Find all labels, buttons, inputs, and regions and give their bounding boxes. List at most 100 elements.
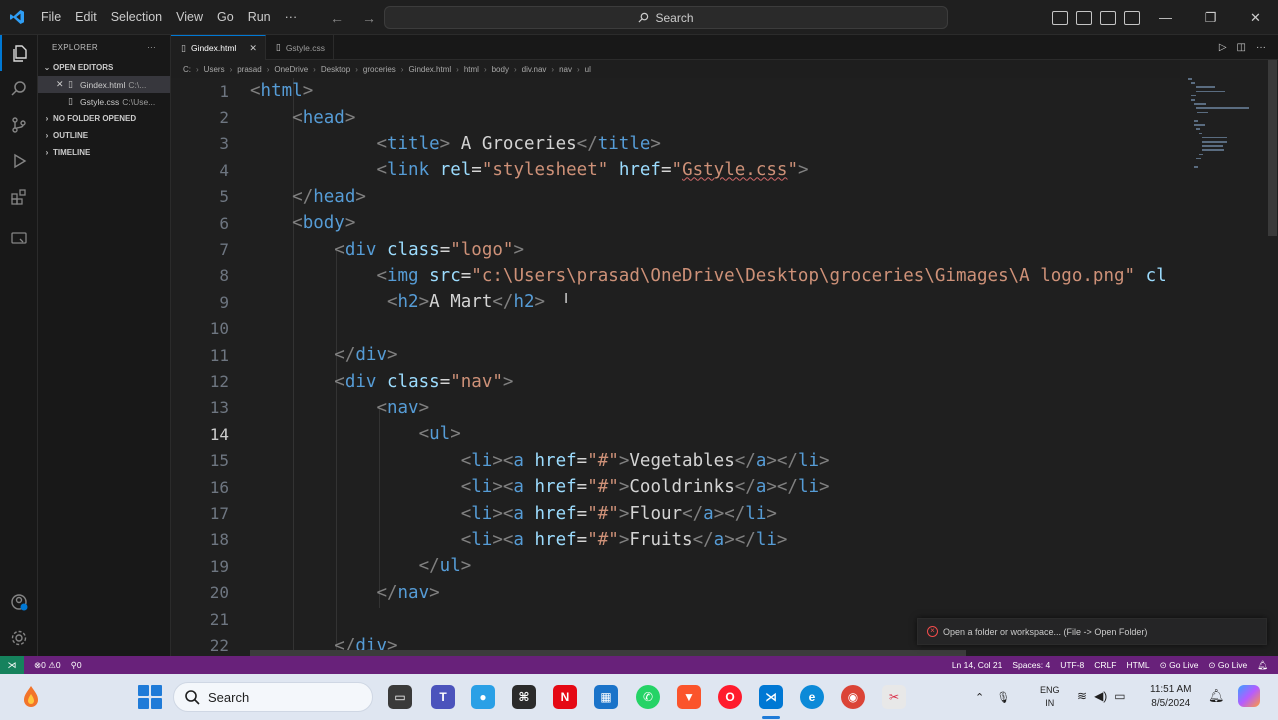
source-control-icon[interactable] [0, 107, 38, 143]
code-line[interactable]: 12 <div class="nav"> [171, 368, 514, 394]
breadcrumb-item[interactable]: groceries [363, 65, 396, 74]
minimize-icon[interactable]: — [1143, 0, 1188, 35]
code-line[interactable]: 14 <ul> [171, 421, 461, 447]
netflix-app-icon[interactable]: N [553, 685, 577, 709]
menu-more[interactable]: ··· [278, 0, 305, 35]
language-mode[interactable]: HTML [1127, 660, 1150, 671]
command-search-box[interactable]: Search [384, 6, 948, 29]
customize-layout-icon[interactable] [1124, 10, 1140, 25]
search-sidebar-icon[interactable] [0, 71, 38, 107]
problems-indicator[interactable]: ⊗0 ⚠0 [34, 660, 61, 671]
open-editor-item[interactable]: ▯ Gstyle.css C:\Use... [38, 93, 170, 110]
remote-indicator-icon[interactable]: ⋊ [0, 656, 24, 674]
taskbar-search[interactable]: Search [173, 682, 373, 712]
restore-icon[interactable]: ❐ [1188, 0, 1233, 35]
weather-widget-icon[interactable] [20, 684, 42, 710]
notifications-bell-icon[interactable]: 🔔︎ [1257, 660, 1268, 671]
input-language[interactable]: ENG IN [1040, 684, 1060, 710]
whatsapp-app-icon[interactable]: ✆ [636, 685, 660, 709]
indentation[interactable]: Spaces: 4 [1012, 660, 1050, 671]
breadcrumb-item[interactable]: C: [183, 65, 191, 74]
code-line[interactable]: 9 <h2>A Mart</h2> [171, 289, 545, 315]
terminal-app-icon[interactable]: ⌘ [512, 685, 536, 709]
encoding[interactable]: UTF-8 [1060, 660, 1084, 671]
breadcrumb-item[interactable]: Gindex.html [408, 65, 451, 74]
back-arrow-icon[interactable]: ← [330, 10, 344, 26]
code-line[interactable]: 11 </div> [171, 342, 398, 368]
chrome-browser-icon[interactable]: ◉ [841, 685, 865, 709]
close-icon[interactable]: ✕ [1233, 0, 1278, 35]
go-live-button[interactable]: ⊙ Go Live [1208, 660, 1247, 671]
code-line[interactable]: 8 <img src="c:\Users\prasad\OneDrive\Des… [171, 263, 1166, 289]
minimap[interactable] [1180, 60, 1266, 656]
menu-view[interactable]: View [169, 0, 210, 35]
network-volume-battery[interactable]: ≋ ◀︎) ▭ [1077, 689, 1126, 703]
code-line[interactable]: 21 [171, 606, 229, 632]
code-line[interactable]: 6 <body> [171, 210, 355, 236]
explorer-icon[interactable] [0, 35, 38, 71]
toggle-sidebar-icon[interactable] [1052, 10, 1068, 25]
system-clock[interactable]: 11:51 AM 8/5/2024 [1150, 683, 1192, 711]
menu-run[interactable]: Run [241, 0, 278, 35]
close-tab-icon[interactable]: ✕ [249, 43, 257, 54]
no-folder-section[interactable]: › NO FOLDER OPENED [38, 110, 170, 127]
windows-start-icon[interactable] [138, 685, 162, 709]
close-editor-icon[interactable]: ✕ [56, 79, 68, 90]
timeline-section[interactable]: › TIMELINE [38, 144, 170, 161]
breadcrumb-item[interactable]: Desktop [321, 65, 350, 74]
run-icon[interactable]: ▷ [1219, 42, 1227, 53]
menu-go[interactable]: Go [210, 0, 241, 35]
calculator-app-icon[interactable]: ▦ [594, 685, 618, 709]
breadcrumb-item[interactable]: OneDrive [274, 65, 308, 74]
code-line[interactable]: 10 [171, 316, 229, 342]
teams-app-icon[interactable]: T [431, 685, 455, 709]
remote-explorer-icon[interactable] [0, 221, 38, 257]
run-debug-icon[interactable] [0, 143, 38, 179]
menu-selection[interactable]: Selection [104, 0, 169, 35]
code-line[interactable]: 1 <html> [171, 78, 313, 104]
show-hidden-icons-icon[interactable]: ⌃ [975, 691, 984, 704]
go-live-button[interactable]: ⊙ Go Live [1160, 660, 1199, 671]
code-line[interactable]: 15 <li><a href="#">Vegetables</a></li> [171, 448, 830, 474]
code-line[interactable]: 4 <link rel="stylesheet" href="Gstyle.cs… [171, 157, 808, 183]
opera-browser-icon[interactable]: O [718, 685, 742, 709]
code-line[interactable]: 3 <title> A Groceries</title> [171, 131, 661, 157]
tab-gindex[interactable]: ▯ Gindex.html ✕ [171, 35, 266, 60]
more-actions-icon[interactable]: ··· [147, 43, 156, 52]
breadcrumb-item[interactable]: Users [204, 65, 225, 74]
tab-gstyle[interactable]: ▯ Gstyle.css [266, 35, 335, 60]
code-line[interactable]: 19 </ul> [171, 553, 472, 579]
code-line[interactable]: 7 <div class="logo"> [171, 236, 524, 262]
notifications-bell-icon[interactable]: 🔔︎ [1208, 688, 1225, 704]
cursor-position[interactable]: Ln 14, Col 21 [952, 660, 1003, 671]
people-app-icon[interactable]: ● [471, 685, 495, 709]
code-line[interactable]: 18 <li><a href="#">Fruits</a></li> [171, 527, 788, 553]
end-of-line[interactable]: CRLF [1094, 660, 1116, 671]
snipping-tool-icon[interactable]: ✂ [882, 685, 906, 709]
microphone-icon[interactable]: 🎙︎ [996, 691, 1010, 704]
code-line[interactable]: 16 <li><a href="#">Cooldrinks</a></li> [171, 474, 830, 500]
code-line[interactable]: 5 </head> [171, 184, 366, 210]
breadcrumb-item[interactable]: div.nav [522, 65, 547, 74]
extensions-icon[interactable] [0, 179, 38, 215]
code-line[interactable]: 17 <li><a href="#">Flour</a></li> [171, 500, 777, 526]
breadcrumb-item[interactable]: ul [585, 65, 591, 74]
toggle-panel-icon[interactable] [1076, 10, 1092, 25]
vertical-scrollbar[interactable] [1266, 60, 1278, 656]
breadcrumb-item[interactable]: prasad [237, 65, 261, 74]
menu-edit[interactable]: Edit [68, 0, 104, 35]
edge-browser-icon[interactable]: e [800, 685, 824, 709]
file-explorer-app-icon[interactable]: ▭ [388, 685, 412, 709]
vscode-app-icon[interactable]: ⋊ [759, 685, 783, 709]
notification-toast[interactable]: × Open a folder or workspace... (File ->… [917, 618, 1267, 645]
toggle-secondary-sidebar-icon[interactable] [1100, 10, 1116, 25]
open-editors-section[interactable]: ⌄ OPEN EDITORS [38, 59, 170, 76]
code-line[interactable]: 2 <head> [171, 104, 355, 130]
outline-section[interactable]: › OUTLINE [38, 127, 170, 144]
brave-browser-icon[interactable]: ▼ [677, 685, 701, 709]
accounts-icon[interactable] [0, 584, 38, 620]
open-editor-item[interactable]: ✕ ▯ Gindex.html C:\... [38, 76, 170, 93]
settings-gear-icon[interactable] [0, 620, 38, 656]
code-editor[interactable]: I 1 <html> 2 <head> 3 <title> A Groceries</… [171, 78, 1180, 656]
code-line[interactable]: 13 <nav> [171, 395, 429, 421]
